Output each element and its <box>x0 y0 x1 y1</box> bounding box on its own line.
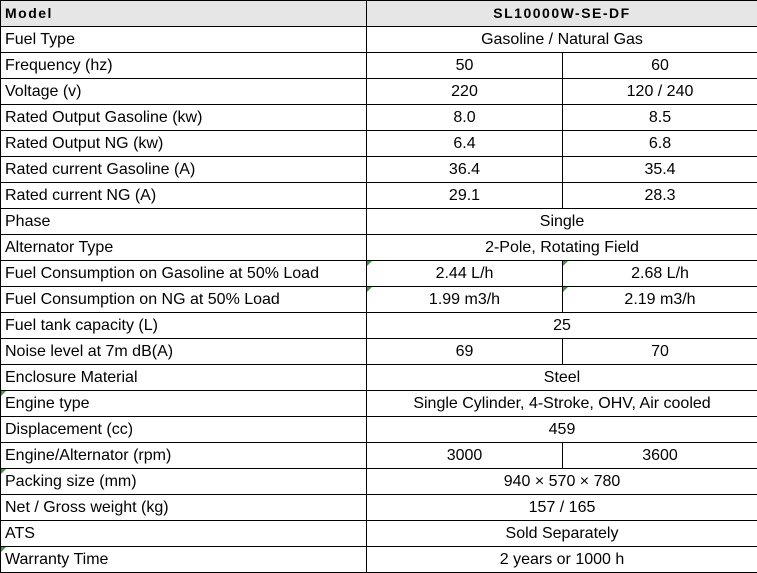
row-label-text: Engine type <box>5 395 90 412</box>
table-row: Enclosure Material Steel <box>0 364 757 391</box>
cell-marker-icon <box>1 391 6 396</box>
row-value-text: 2.19 m3/h <box>624 291 696 308</box>
row-value-text: 2.68 L/h <box>631 265 689 282</box>
row-value-60hz: 35.4 <box>561 156 757 183</box>
table-row: Packing size (mm) 940 × 570 × 780 <box>0 468 757 495</box>
row-label: Phase <box>0 208 367 235</box>
row-label: Noise level at 7m dB(A) <box>0 338 367 365</box>
row-label: Net / Gross weight (kg) <box>0 494 367 521</box>
row-label: Rated Output Gasoline (kw) <box>0 104 367 131</box>
table-row: Rated current Gasoline (A) 36.4 35.4 <box>0 156 757 183</box>
row-value-50hz: 8.0 <box>366 104 563 131</box>
row-value-50hz: 29.1 <box>366 182 563 209</box>
row-label: Fuel Consumption on NG at 50% Load <box>0 286 367 313</box>
row-label: Rated current Gasoline (A) <box>0 156 367 183</box>
row-label: Rated Output NG (kw) <box>0 130 367 157</box>
table-row: Fuel Type Gasoline / Natural Gas <box>0 26 757 53</box>
table-row: Engine type Single Cylinder, 4-Stroke, O… <box>0 390 757 417</box>
header-label: Model <box>0 0 367 27</box>
row-value: 2-Pole, Rotating Field <box>365 234 757 261</box>
table-row: Frequency (hz) 50 60 <box>0 52 757 79</box>
table-row: Warranty Time 2 years or 1000 h <box>0 546 757 573</box>
table-row: Alternator Type 2-Pole, Rotating Field <box>0 234 757 261</box>
row-value-text: 2.44 L/h <box>435 265 494 282</box>
table-row: Voltage (v) 220 120 / 240 <box>0 78 757 105</box>
table-row: ATS Sold Separately <box>0 520 757 547</box>
table-row: Net / Gross weight (kg) 157 / 165 <box>0 494 757 521</box>
row-label: Voltage (v) <box>0 78 367 105</box>
row-label: Frequency (hz) <box>0 52 367 79</box>
row-value: 157 / 165 <box>365 494 757 521</box>
table-row: Rated current NG (A) 29.1 28.3 <box>0 182 757 209</box>
row-value-60hz: 2.19 m3/h <box>561 286 757 313</box>
row-value: Single <box>365 208 757 235</box>
row-label: Engine/Alternator (rpm) <box>0 442 367 469</box>
row-label: Rated current NG (A) <box>0 182 367 209</box>
table-row: Fuel Consumption on Gasoline at 50% Load… <box>0 260 757 287</box>
table-row: Rated Output NG (kw) 6.4 6.8 <box>0 130 757 157</box>
cell-marker-icon <box>367 287 372 292</box>
table-row: Phase Single <box>0 208 757 235</box>
row-value-50hz: 3000 <box>366 442 563 469</box>
row-label: Fuel Type <box>0 26 367 53</box>
row-label-text: Warranty Time <box>5 551 109 568</box>
row-label-text: Fuel Consumption on Gasoline at 50% Load <box>5 265 319 282</box>
row-label: Fuel Consumption on Gasoline at 50% Load <box>0 260 367 287</box>
cell-marker-icon <box>1 469 6 474</box>
spec-table: Model SL10000W-SE-DF Fuel Type Gasoline … <box>0 0 757 573</box>
cell-marker-icon <box>563 287 568 292</box>
row-value-50hz: 50 <box>366 52 563 79</box>
row-value-50hz: 6.4 <box>366 130 563 157</box>
row-label: Enclosure Material <box>0 364 367 391</box>
row-value: Gasoline / Natural Gas <box>365 26 757 53</box>
cell-marker-icon <box>367 261 372 266</box>
table-row: Fuel tank capacity (L) 25 <box>0 312 757 339</box>
row-label: Packing size (mm) <box>0 468 367 495</box>
row-value: Sold Separately <box>365 520 757 547</box>
row-value-50hz: 220 <box>366 78 563 105</box>
row-value: Steel <box>365 364 757 391</box>
row-label-text: Packing size (mm) <box>5 473 137 490</box>
row-value: Single Cylinder, 4-Stroke, OHV, Air cool… <box>365 390 757 417</box>
row-value-60hz: 2.68 L/h <box>561 260 757 287</box>
cell-marker-icon <box>563 261 568 266</box>
cell-marker-icon <box>1 547 6 552</box>
row-value-50hz: 36.4 <box>366 156 563 183</box>
table-row: Engine/Alternator (rpm) 3000 3600 <box>0 442 757 469</box>
row-value: 459 <box>365 416 757 443</box>
table-row: Fuel Consumption on NG at 50% Load 1.99 … <box>0 286 757 313</box>
table-row: Rated Output Gasoline (kw) 8.0 8.5 <box>0 104 757 131</box>
row-value: 25 <box>365 312 757 339</box>
row-value-60hz: 60 <box>561 52 757 79</box>
row-value-60hz: 6.8 <box>561 130 757 157</box>
row-value-60hz: 120 / 240 <box>561 78 757 105</box>
row-value-50hz: 1.99 m3/h <box>366 286 563 313</box>
row-value-60hz: 70 <box>561 338 757 365</box>
row-label: Fuel tank capacity (L) <box>0 312 367 339</box>
table-row: Noise level at 7m dB(A) 69 70 <box>0 338 757 365</box>
row-value-50hz: 69 <box>366 338 563 365</box>
row-value-50hz: 2.44 L/h <box>366 260 563 287</box>
row-value-60hz: 28.3 <box>561 182 757 209</box>
row-value-60hz: 3600 <box>561 442 757 469</box>
table-header-row: Model SL10000W-SE-DF <box>0 0 757 27</box>
table-row: Displacement (cc) 459 <box>0 416 757 443</box>
row-label: Displacement (cc) <box>0 416 367 443</box>
row-label: ATS <box>0 520 367 547</box>
row-value-text: 1.99 m3/h <box>428 291 501 308</box>
row-value: 940 × 570 × 780 <box>365 468 757 495</box>
row-label: Warranty Time <box>0 546 367 573</box>
row-label: Alternator Type <box>0 234 367 261</box>
model-name: SL10000W-SE-DF <box>365 0 757 27</box>
row-label: Engine type <box>0 390 367 417</box>
row-value: 2 years or 1000 h <box>365 546 757 573</box>
row-value-60hz: 8.5 <box>561 104 757 131</box>
